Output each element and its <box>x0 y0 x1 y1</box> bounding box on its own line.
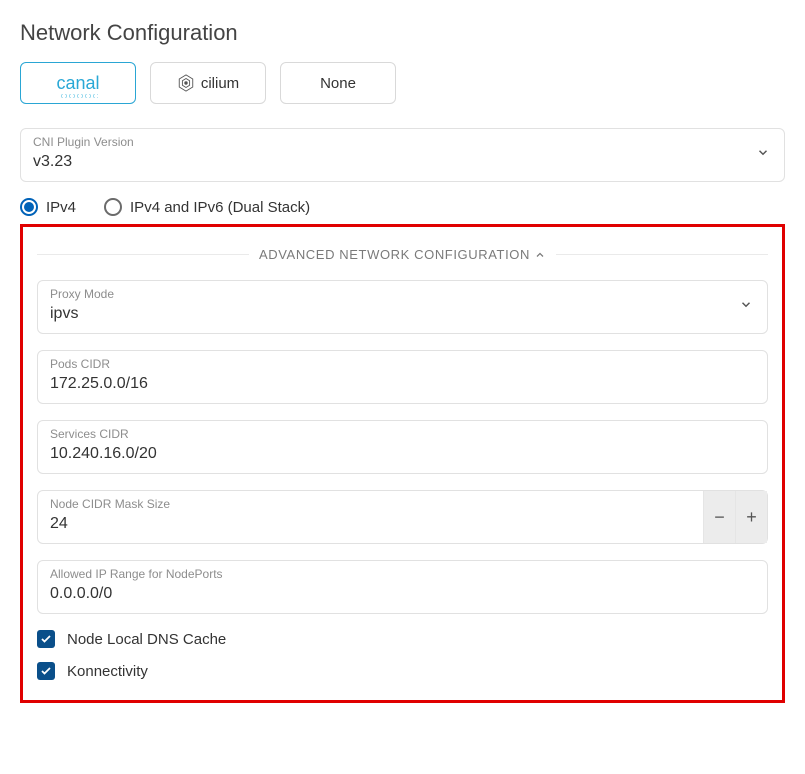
proxy-mode-select[interactable]: Proxy Mode ipvs <box>37 280 768 334</box>
nodeport-range-input[interactable] <box>38 561 767 613</box>
radio-icon <box>20 198 38 216</box>
checkbox-konnectivity-label: Konnectivity <box>67 663 148 680</box>
radio-ipv4[interactable]: IPv4 <box>20 198 76 216</box>
none-label: None <box>320 75 356 92</box>
advanced-header-row: ADVANCED NETWORK CONFIGURATION <box>37 247 768 262</box>
advanced-header-text: ADVANCED NETWORK CONFIGURATION <box>259 247 530 262</box>
checkbox-konnectivity-row: Konnectivity <box>37 662 768 680</box>
checkbox-dns-cache[interactable] <box>37 630 55 648</box>
check-icon <box>40 665 52 677</box>
radio-dual-label: IPv4 and IPv6 (Dual Stack) <box>130 199 310 216</box>
cni-provider-row: canal cilium None <box>20 62 785 104</box>
services-cidr-input[interactable] <box>38 421 767 473</box>
pods-cidr-input[interactable] <box>38 351 767 403</box>
services-cidr-field: Services CIDR <box>37 420 768 474</box>
cilium-icon <box>177 74 195 92</box>
node-mask-field: Node CIDR Mask Size − + <box>37 490 768 544</box>
checkbox-dns-cache-label: Node Local DNS Cache <box>67 631 226 648</box>
stepper-increment-button[interactable]: + <box>735 491 767 543</box>
proxy-mode-value: ipvs <box>38 281 767 333</box>
page-title: Network Configuration <box>20 20 785 46</box>
checkbox-dns-cache-row: Node Local DNS Cache <box>37 630 768 648</box>
advanced-toggle[interactable]: ADVANCED NETWORK CONFIGURATION <box>249 247 556 262</box>
provider-none-button[interactable]: None <box>280 62 396 104</box>
ip-mode-radio-group: IPv4 IPv4 and IPv6 (Dual Stack) <box>20 198 785 216</box>
pods-cidr-field: Pods CIDR <box>37 350 768 404</box>
provider-cilium-button[interactable]: cilium <box>150 62 266 104</box>
radio-dual-stack[interactable]: IPv4 and IPv6 (Dual Stack) <box>104 198 310 216</box>
chevron-up-icon <box>534 249 546 261</box>
cni-version-value: v3.23 <box>21 129 784 181</box>
node-mask-input[interactable] <box>38 491 767 543</box>
cni-version-select[interactable]: CNI Plugin Version v3.23 <box>20 128 785 182</box>
radio-icon <box>104 198 122 216</box>
radio-ipv4-label: IPv4 <box>46 199 76 216</box>
checkbox-konnectivity[interactable] <box>37 662 55 680</box>
node-mask-stepper: − + <box>703 491 767 543</box>
provider-canal-button[interactable]: canal <box>20 62 136 104</box>
stepper-decrement-button[interactable]: − <box>703 491 735 543</box>
advanced-section: ADVANCED NETWORK CONFIGURATION Proxy Mod… <box>20 224 785 703</box>
canal-logo: canal <box>56 73 99 94</box>
nodeport-range-field: Allowed IP Range for NodePorts <box>37 560 768 614</box>
check-icon <box>40 633 52 645</box>
cilium-label: cilium <box>201 75 239 92</box>
